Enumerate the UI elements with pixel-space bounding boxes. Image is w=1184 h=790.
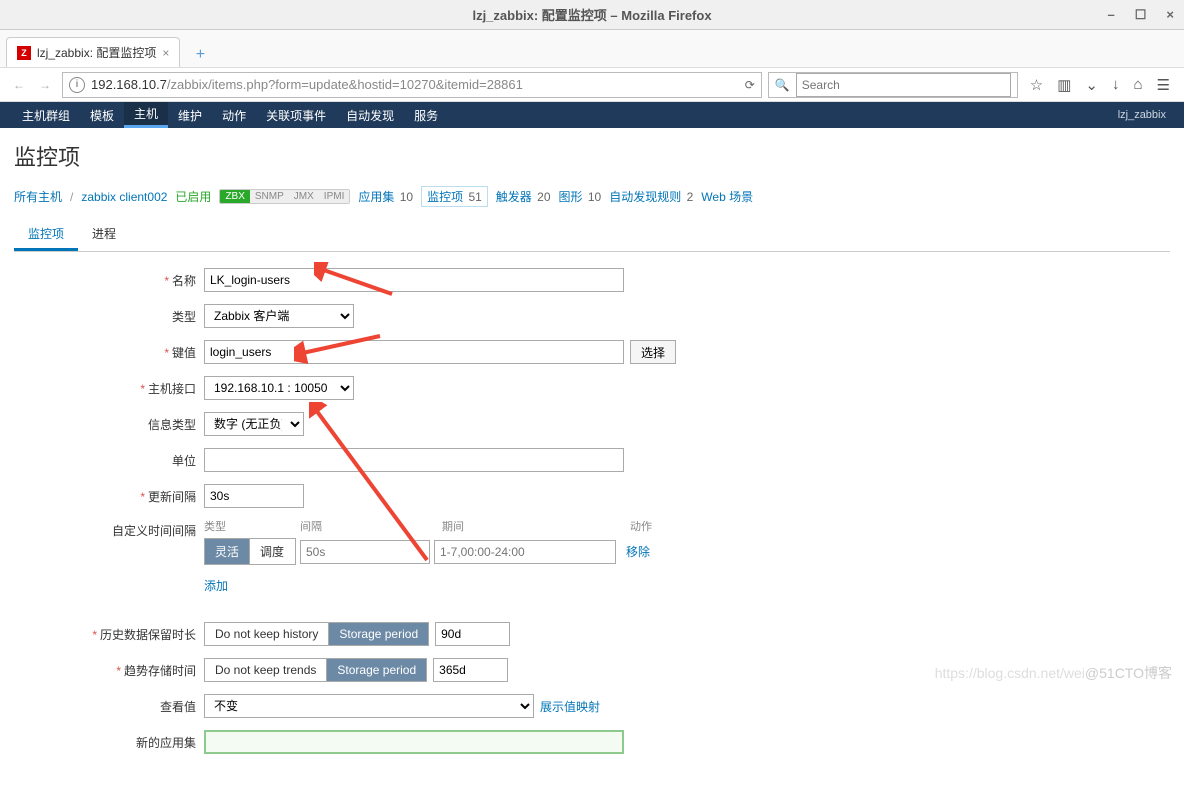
pocket-icon[interactable]: ⌄ <box>1085 76 1098 94</box>
zabbix-favicon-icon: Z <box>17 46 31 60</box>
link-graphs[interactable]: 图形 10 <box>559 188 602 205</box>
nav-actions[interactable]: 动作 <box>212 102 256 128</box>
bc-enabled: 已启用 <box>175 188 211 205</box>
label-type: 类型 <box>172 310 196 324</box>
page-title: 监控项 <box>14 140 1170 172</box>
badge-jmx: JMX <box>289 190 319 203</box>
link-discovery[interactable]: 自动发现规则 2 <box>609 188 693 205</box>
refresh-icon[interactable]: ⟳ <box>745 78 755 92</box>
nav-back-icon[interactable]: ← <box>8 74 30 96</box>
label-interface: 主机接口 <box>148 382 196 396</box>
inner-tabs: 监控项 进程 <box>14 219 1170 252</box>
label-new-app: 新的应用集 <box>136 736 196 750</box>
label-display: 查看值 <box>160 700 196 714</box>
nav-hosts[interactable]: 主机 <box>124 102 168 128</box>
url-path: /zabbix/items.php?form=update&hostid=102… <box>167 77 523 92</box>
seg-history-nokeep[interactable]: Do not keep history <box>205 623 328 645</box>
nav-correlation[interactable]: 关联项事件 <box>256 102 336 128</box>
url-host: 192.168.10.7 <box>91 77 167 92</box>
select-infotype[interactable]: 数字 (无正负) <box>204 412 304 436</box>
input-interval[interactable] <box>204 484 304 508</box>
badge-snmp: SNMP <box>250 190 289 203</box>
browser-search-input[interactable] <box>796 73 1011 97</box>
link-applications[interactable]: 应用集 10 <box>358 188 413 205</box>
input-history-period[interactable] <box>435 622 510 646</box>
input-trend-period[interactable] <box>433 658 508 682</box>
input-new-app[interactable] <box>204 730 624 754</box>
urlbar: ← → i 192.168.10.7/zabbix/items.php?form… <box>0 68 1184 102</box>
watermark: https://blog.csdn.net/wei@51CTO博客 <box>935 663 1172 683</box>
downloads-icon[interactable]: ↓ <box>1112 76 1120 94</box>
link-items[interactable]: 监控项 51 <box>421 186 488 207</box>
window-title: lzj_zabbix: 配置监控项 – Mozilla Firefox <box>472 5 711 24</box>
nav-services[interactable]: 服务 <box>404 102 448 128</box>
link-add-interval[interactable]: 添加 <box>204 577 228 594</box>
input-name[interactable] <box>204 268 624 292</box>
label-infotype: 信息类型 <box>148 418 196 432</box>
input-custom-period[interactable] <box>434 540 616 564</box>
select-key-button[interactable]: 选择 <box>630 340 676 364</box>
new-tab-button[interactable]: + <box>186 43 214 67</box>
tab-close-icon[interactable]: × <box>162 46 169 60</box>
menu-icon[interactable]: ☰ <box>1157 76 1170 94</box>
browser-tab-title: lzj_zabbix: 配置监控项 <box>37 44 156 61</box>
seg-history-storage[interactable]: Storage period <box>328 623 428 645</box>
seg-trend-storage[interactable]: Storage period <box>326 659 426 681</box>
bc-host[interactable]: zabbix client002 <box>81 190 167 204</box>
link-web[interactable]: Web 场景 <box>701 188 753 205</box>
url-field[interactable]: i 192.168.10.7/zabbix/items.php?form=upd… <box>62 72 762 98</box>
browser-tab[interactable]: Z lzj_zabbix: 配置监控项 × <box>6 37 180 67</box>
label-key: 键值 <box>172 346 196 360</box>
select-interface[interactable]: 192.168.10.1 : 10050 <box>204 376 354 400</box>
search-icon: 🔍 <box>775 78 790 92</box>
tab-item[interactable]: 监控项 <box>14 219 78 251</box>
nav-hostgroups[interactable]: 主机群组 <box>12 102 80 128</box>
input-key[interactable] <box>204 340 624 364</box>
tab-process[interactable]: 进程 <box>78 219 130 251</box>
zabbix-top-nav: 主机群组 模板 主机 维护 动作 关联项事件 自动发现 服务 lzj_zabbi… <box>0 102 1184 128</box>
site-info-icon[interactable]: i <box>69 77 85 93</box>
nav-discovery[interactable]: 自动发现 <box>336 102 404 128</box>
link-value-mapping[interactable]: 展示值映射 <box>540 698 600 715</box>
breadcrumb: 所有主机 / zabbix client002 已启用 ZBX SNMP JMX… <box>14 186 1170 207</box>
input-custom-interval[interactable] <box>300 540 430 564</box>
select-type[interactable]: Zabbix 客户端 <box>204 304 354 328</box>
badge-ipmi: IPMI <box>319 190 350 203</box>
label-custom-interval: 自定义时间间隔 <box>112 524 196 538</box>
window-maximize-icon[interactable]: ☐ <box>1135 7 1147 23</box>
window-minimize-icon[interactable]: – <box>1108 7 1115 23</box>
label-interval: 更新间隔 <box>148 490 196 504</box>
seg-flex[interactable]: 灵活 <box>205 539 249 564</box>
select-display[interactable]: 不变 <box>204 694 534 718</box>
col-interval: 间隔 <box>300 518 442 534</box>
link-triggers[interactable]: 触发器 20 <box>496 188 551 205</box>
availability-badges: ZBX SNMP JMX IPMI <box>219 189 350 204</box>
seg-trend-nokeep[interactable]: Do not keep trends <box>205 659 326 681</box>
home-icon[interactable]: ⌂ <box>1133 76 1142 94</box>
browser-tabbar: Z lzj_zabbix: 配置监控项 × + <box>0 30 1184 68</box>
bc-all-hosts[interactable]: 所有主机 <box>14 188 62 205</box>
col-action: 动作 <box>630 518 690 534</box>
nav-templates[interactable]: 模板 <box>80 102 124 128</box>
label-name: 名称 <box>172 274 196 288</box>
nav-user: lzj_zabbix <box>1118 109 1172 121</box>
input-unit[interactable] <box>204 448 624 472</box>
link-remove-interval[interactable]: 移除 <box>626 543 650 560</box>
label-history: 历史数据保留时长 <box>100 628 196 642</box>
nav-forward-icon[interactable]: → <box>34 74 56 96</box>
browser-search[interactable]: 🔍 <box>768 72 1018 98</box>
window-close-icon[interactable]: × <box>1166 7 1174 23</box>
nav-maintenance[interactable]: 维护 <box>168 102 212 128</box>
window-titlebar: lzj_zabbix: 配置监控项 – Mozilla Firefox – ☐ … <box>0 0 1184 30</box>
col-period: 期间 <box>442 518 630 534</box>
col-type: 类型 <box>204 518 300 534</box>
badge-zbx: ZBX <box>220 190 249 203</box>
bookmarks-icon[interactable]: ▥ <box>1057 76 1071 94</box>
seg-sched[interactable]: 调度 <box>249 539 294 564</box>
star-icon[interactable]: ☆ <box>1030 76 1043 94</box>
label-unit: 单位 <box>172 454 196 468</box>
url-text: 192.168.10.7/zabbix/items.php?form=updat… <box>91 77 745 92</box>
label-trend: 趋势存储时间 <box>124 664 196 678</box>
